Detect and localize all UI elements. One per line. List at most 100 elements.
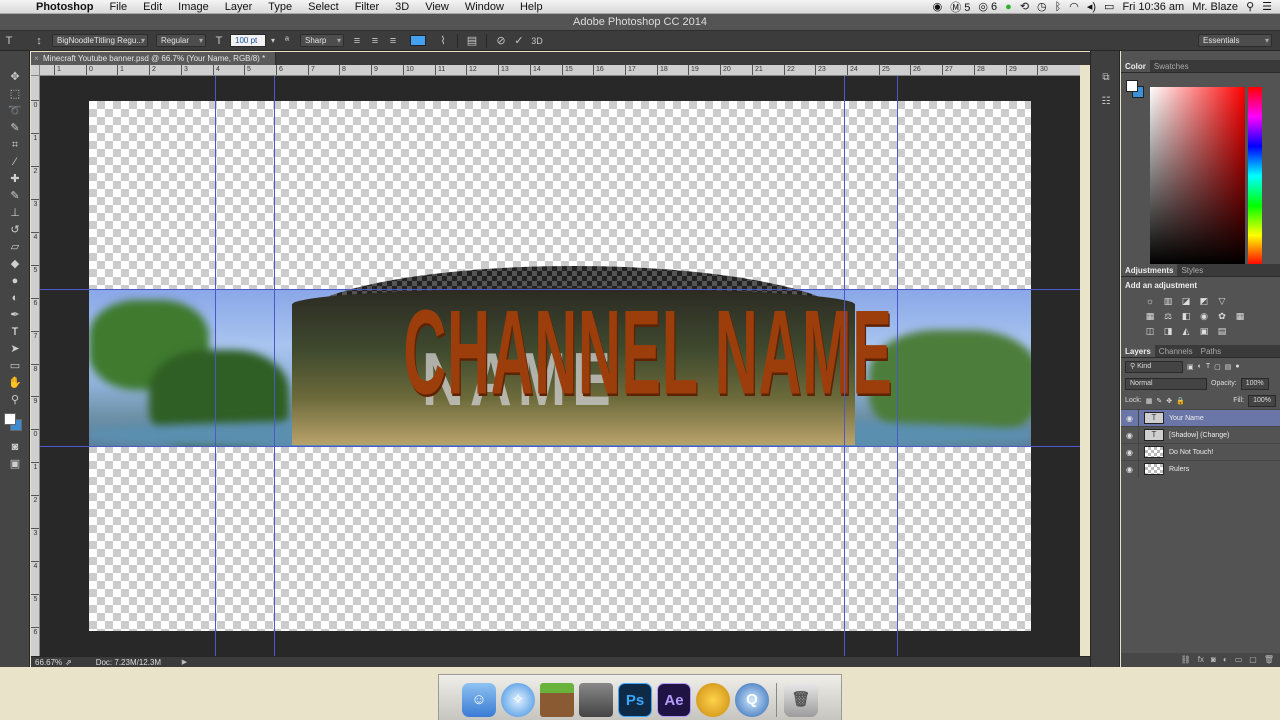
pen-tool-icon[interactable]: ✒ (0, 307, 30, 324)
canvas-area[interactable]: NAME CHANNEL NAME (40, 76, 1080, 656)
document-canvas[interactable]: NAME CHANNEL NAME (89, 101, 1031, 631)
menu-view[interactable]: View (417, 1, 457, 13)
channel-name-text-layer[interactable]: CHANNEL NAME (403, 290, 892, 416)
color-lookup-icon[interactable]: ▦ (1233, 311, 1247, 322)
zoom-tool-icon[interactable]: ⚲ (0, 392, 30, 409)
eye-icon[interactable]: ◉ (1121, 426, 1139, 444)
vertical-ruler[interactable]: 0 1 2 3 4 5 6 7 8 9 0 1 2 3 4 5 6 (31, 76, 40, 656)
font-size-dropdown-icon[interactable]: ▾ (268, 36, 278, 45)
healing-brush-tool-icon[interactable]: ✚ (0, 171, 30, 188)
crop-tool-icon[interactable]: ⌗ (0, 137, 30, 154)
menu-app-name[interactable]: Photoshop (28, 1, 101, 13)
safari-icon[interactable]: ✧ (501, 683, 535, 717)
status-badge-2[interactable]: ◎ 6 (978, 0, 997, 13)
menu-image[interactable]: Image (170, 1, 217, 13)
clock-app-icon[interactable]: ◷ (1037, 0, 1047, 13)
filter-pixel-icon[interactable]: ▣ (1187, 363, 1194, 371)
layer-row-do-not-touch[interactable]: ◉ Do Not Touch! (1121, 443, 1280, 461)
filter-shape-icon[interactable]: ▢ (1214, 363, 1221, 371)
sync-icon[interactable]: ⟲ (1020, 0, 1029, 13)
selective-color-icon[interactable]: ▣ (1197, 326, 1211, 337)
tab-styles[interactable]: Styles (1177, 264, 1207, 276)
status-badge-1[interactable]: Ⓜ 5 (950, 0, 970, 15)
font-style-select[interactable]: Regular (156, 34, 206, 47)
guide-line[interactable] (40, 289, 1080, 290)
lock-move-icon[interactable]: ✥ (1166, 397, 1172, 405)
horizontal-ruler[interactable]: 1 0 1 2 3 4 5 6 7 8 9 10 11 12 13 14 15 16 17 18 19 20 21 22 23 2… (40, 65, 1080, 76)
color-balance-icon[interactable]: ⚖ (1161, 311, 1175, 322)
pineapple-icon[interactable] (696, 683, 730, 717)
menu-layer[interactable]: Layer (217, 1, 261, 13)
eyedropper-tool-icon[interactable]: ⁄ (0, 154, 30, 171)
finder-icon[interactable]: ☺ (462, 683, 496, 717)
eye-icon[interactable]: ◉ (1121, 460, 1139, 478)
layer-row-shadow[interactable]: ◉ T [Shadow] (Change) (1121, 426, 1280, 444)
layer-style-icon[interactable]: fx (1198, 653, 1204, 667)
wifi-icon[interactable]: ◠ (1069, 0, 1079, 13)
threshold-icon[interactable]: ◭ (1179, 326, 1193, 337)
opacity-input[interactable]: 100% (1240, 377, 1269, 390)
photo-filter-icon[interactable]: ◉ (1197, 311, 1211, 322)
anti-alias-select[interactable]: Sharp (300, 34, 344, 47)
hand-tool-icon[interactable]: ✋ (0, 375, 30, 392)
photoshop-icon[interactable]: Ps (618, 683, 652, 717)
zoom-level[interactable]: 66.67% (31, 657, 65, 668)
invert-icon[interactable]: ◫ (1143, 326, 1157, 337)
menu-window[interactable]: Window (457, 1, 512, 13)
align-center-icon[interactable]: ≡ (366, 35, 384, 47)
rectangle-tool-icon[interactable]: ▭ (0, 358, 30, 375)
dodge-tool-icon[interactable]: ◐ (0, 290, 30, 307)
align-right-icon[interactable]: ≡ (384, 35, 402, 47)
menu-help[interactable]: Help (512, 1, 551, 13)
gradient-map-icon[interactable]: ▤ (1215, 326, 1229, 337)
curves-icon[interactable]: ◪ (1179, 296, 1193, 307)
menu-filter[interactable]: Filter (347, 1, 387, 13)
properties-panel-icon[interactable]: ☷ (1091, 93, 1121, 111)
ruler-origin[interactable] (31, 65, 40, 76)
status-menu-arrow-icon[interactable]: ▶ (182, 657, 187, 668)
guide-line[interactable] (844, 76, 845, 656)
filter-adjust-icon[interactable]: ◐ (1198, 363, 1202, 370)
filter-toggle-icon[interactable]: ● (1235, 363, 1239, 370)
filter-type-icon[interactable]: T (1206, 363, 1210, 370)
channel-mixer-icon[interactable]: ✿ (1215, 311, 1229, 322)
text-color-swatch[interactable] (410, 35, 426, 46)
exposure-icon[interactable]: ◩ (1197, 296, 1211, 307)
eraser-tool-icon[interactable]: ▱ (0, 239, 30, 256)
commit-edits-icon[interactable]: ✓ (510, 34, 528, 47)
stamp-tool-icon[interactable]: ⊥ (0, 205, 30, 222)
marquee-tool-icon[interactable]: ⬚ (0, 86, 30, 103)
blur-tool-icon[interactable]: ● (0, 273, 30, 290)
tab-adjustments[interactable]: Adjustments (1121, 264, 1178, 276)
layer-row-your-name[interactable]: ◉ T Your Name (1121, 409, 1280, 427)
menu-3d[interactable]: 3D (387, 1, 417, 13)
quick-select-tool-icon[interactable]: ✎ (0, 120, 30, 137)
levels-icon[interactable]: ▥ (1161, 296, 1175, 307)
guide-line[interactable] (897, 76, 898, 656)
layer-row-rulers[interactable]: ◉ Rulers (1121, 460, 1280, 478)
bluetooth-icon[interactable]: ᛒ (1055, 1, 1062, 13)
menu-select[interactable]: Select (300, 1, 347, 13)
gradient-triangle-icon[interactable]: ▽ (1215, 296, 1229, 307)
eye-icon[interactable]: ◉ (1121, 409, 1139, 427)
terminal-icon[interactable] (579, 683, 613, 717)
brush-tool-icon[interactable]: ✎ (0, 188, 30, 205)
lasso-tool-icon[interactable]: ➰ (0, 103, 30, 120)
3d-text-icon[interactable]: 3D (528, 36, 546, 46)
user-name[interactable]: Mr. Blaze (1192, 1, 1238, 13)
lock-brush-icon[interactable]: ✎ (1156, 397, 1162, 405)
paint-bucket-tool-icon[interactable]: ◆ (0, 256, 30, 273)
font-family-select[interactable]: BigNoodleTitling Regu... (52, 34, 148, 47)
add-mask-icon[interactable]: ◙ (1211, 653, 1216, 667)
history-panel-icon[interactable]: ⧉ (1091, 69, 1121, 87)
tab-paths[interactable]: Paths (1197, 345, 1225, 357)
font-size-input[interactable]: 100 pt (230, 34, 266, 47)
volume-icon[interactable]: ◂) (1087, 0, 1096, 13)
tab-layers[interactable]: Layers (1121, 345, 1155, 357)
black-white-icon[interactable]: ◧ (1179, 311, 1193, 322)
workspace-select[interactable]: Essentials (1198, 34, 1272, 47)
tab-color[interactable]: Color (1121, 60, 1150, 72)
history-brush-tool-icon[interactable]: ↺ (0, 222, 30, 239)
after-effects-icon[interactable]: Ae (657, 683, 691, 717)
posterize-icon[interactable]: ◨ (1161, 326, 1175, 337)
